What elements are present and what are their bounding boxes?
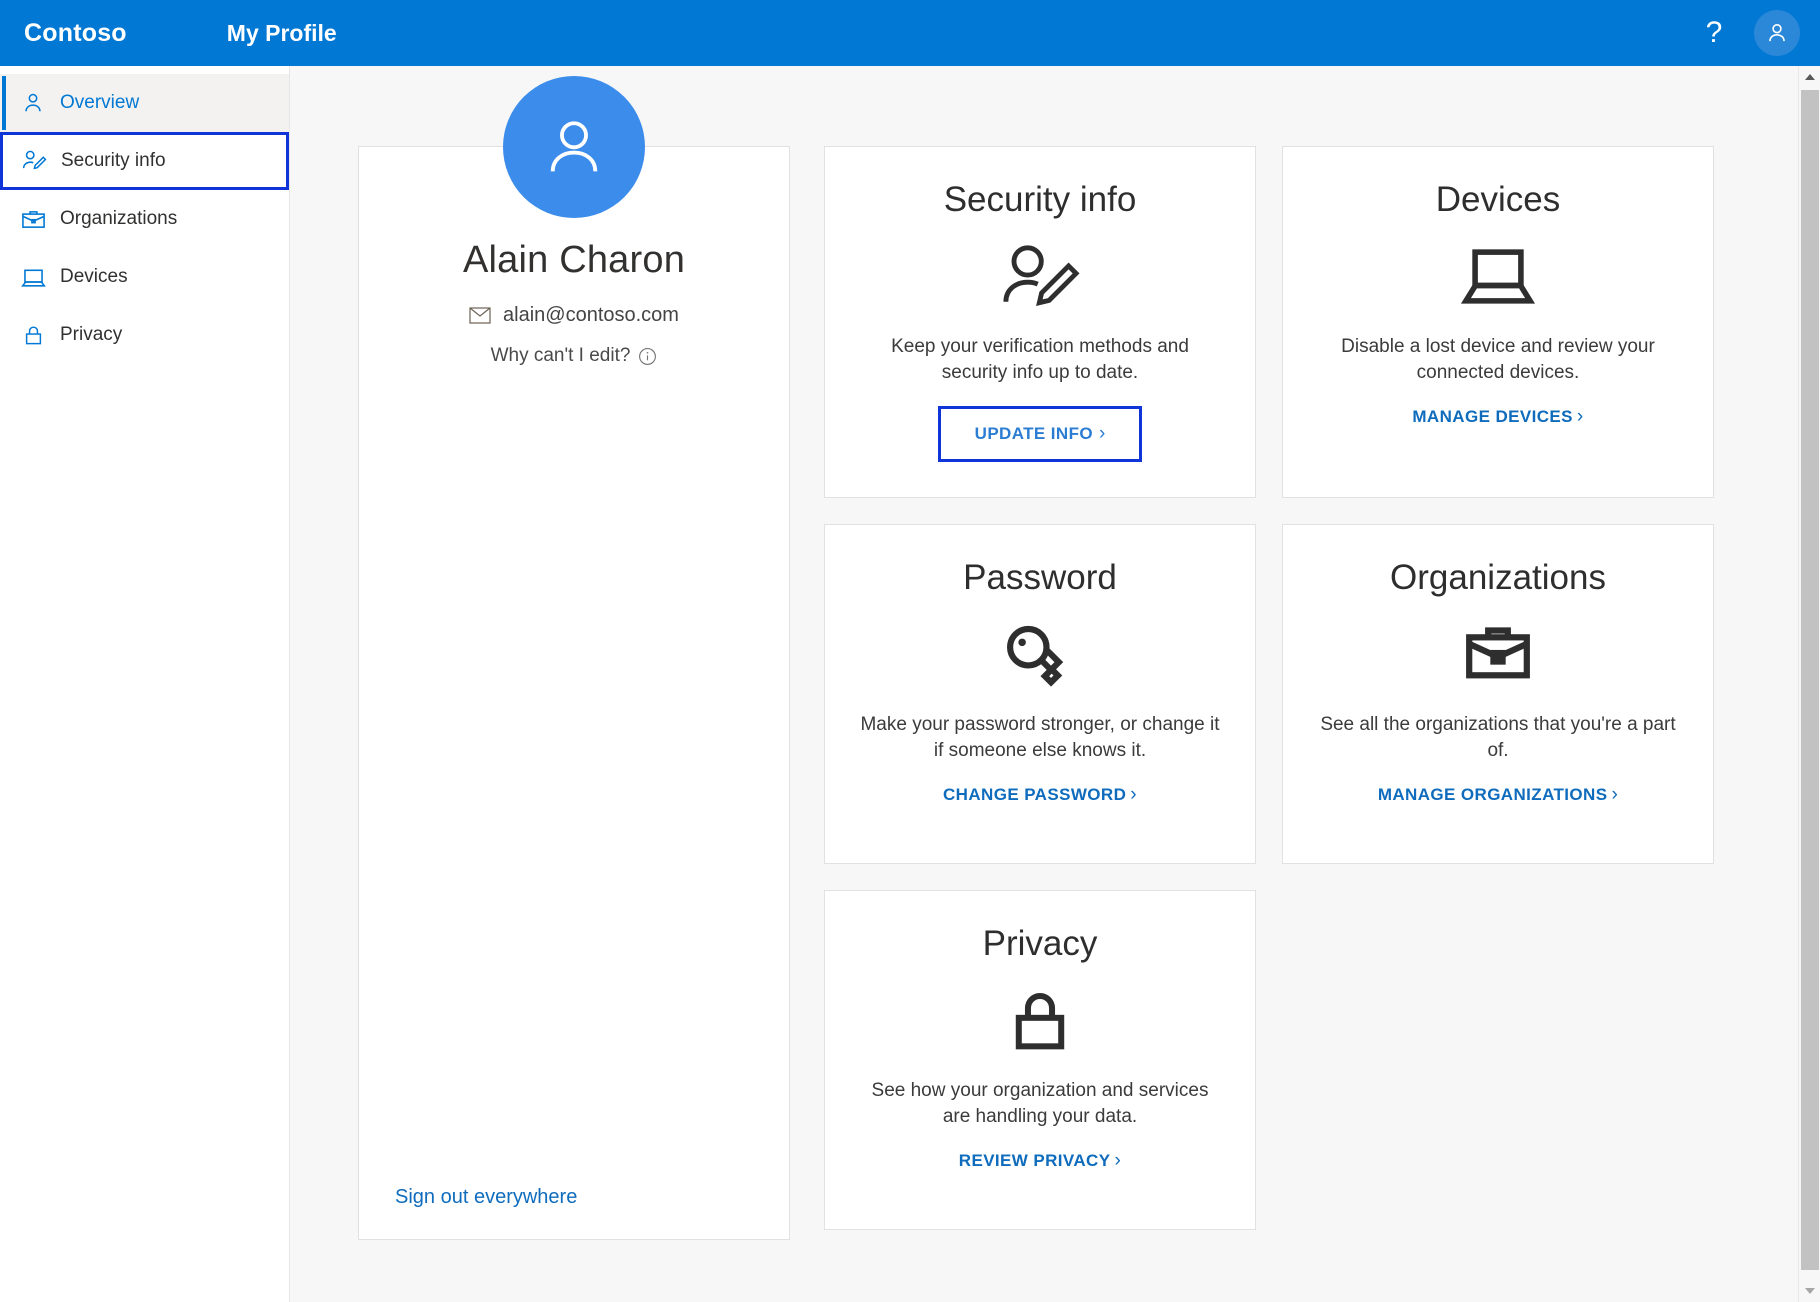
- page-body: Overview Security info Or: [0, 66, 1820, 1302]
- content-inner: Alain Charon alain@contoso.com Why can't…: [290, 66, 1820, 1302]
- chevron-right-icon: ›: [1099, 423, 1105, 445]
- review-privacy-label: REVIEW PRIVACY: [959, 1151, 1111, 1171]
- profile-email-value: alain@contoso.com: [503, 304, 679, 327]
- sidebar-item-label: Privacy: [60, 324, 122, 346]
- tile-column-right: Devices Disable a lost device and review…: [1282, 146, 1714, 1230]
- scroll-down-arrow-icon[interactable]: [1799, 1280, 1820, 1302]
- topbar-actions: ?: [1692, 10, 1800, 56]
- change-password-label: CHANGE PASSWORD: [943, 785, 1126, 805]
- manage-organizations-link[interactable]: MANAGE ORGANIZATIONS ›: [1378, 784, 1618, 806]
- manage-organizations-label: MANAGE ORGANIZATIONS: [1378, 785, 1608, 805]
- profile-card: Alain Charon alain@contoso.com Why can't…: [358, 146, 790, 1240]
- sidebar-item-label: Organizations: [60, 208, 177, 230]
- chevron-right-icon: ›: [1114, 1150, 1121, 1172]
- sidebar-item-privacy[interactable]: Privacy: [0, 306, 289, 364]
- info-circle-icon: [638, 347, 657, 366]
- person-edit-icon: [994, 238, 1086, 316]
- brand-logo[interactable]: Contoso: [24, 19, 127, 48]
- card-title: Organizations: [1390, 559, 1606, 598]
- lock-icon: [1002, 982, 1078, 1060]
- main-content: Alain Charon alain@contoso.com Why can't…: [290, 66, 1820, 1302]
- tile-column-left: Security info Keep your verification met…: [824, 146, 1256, 1230]
- update-info-button[interactable]: UPDATE INFO ›: [938, 406, 1143, 462]
- privacy-card: Privacy See how your organization and se…: [824, 890, 1256, 1230]
- change-password-link[interactable]: CHANGE PASSWORD ›: [943, 784, 1137, 806]
- sidebar-item-label: Overview: [60, 92, 139, 114]
- account-button[interactable]: [1754, 10, 1800, 56]
- sidebar-item-security-info[interactable]: Security info: [0, 132, 289, 190]
- laptop-icon: [18, 262, 48, 292]
- sidebar-item-organizations[interactable]: Organizations: [0, 190, 289, 248]
- profile-email-row: alain@contoso.com: [359, 304, 789, 327]
- password-card: Password Make your password stronger, or…: [824, 524, 1256, 864]
- key-icon: [997, 616, 1083, 694]
- cards-grid: Alain Charon alain@contoso.com Why can't…: [290, 146, 1820, 1240]
- manage-devices-label: MANAGE DEVICES: [1412, 407, 1573, 427]
- person-icon: [1764, 20, 1790, 46]
- card-description: Disable a lost device and review your co…: [1318, 334, 1678, 386]
- person-icon: [18, 88, 48, 118]
- card-title: Devices: [1436, 181, 1560, 220]
- why-cant-i-edit-label: Why can't I edit?: [491, 345, 631, 367]
- sidebar-nav: Overview Security info Or: [0, 66, 290, 1302]
- update-info-label: UPDATE INFO: [975, 424, 1093, 444]
- help-button[interactable]: ?: [1692, 11, 1736, 55]
- sidebar-item-label: Devices: [60, 266, 128, 288]
- why-cant-i-edit-link[interactable]: Why can't I edit?: [359, 345, 789, 367]
- card-title: Security info: [944, 181, 1137, 220]
- top-app-bar: Contoso My Profile ?: [0, 0, 1820, 66]
- envelope-icon: [469, 307, 491, 324]
- sidebar-item-label: Security info: [61, 150, 166, 172]
- vertical-scrollbar[interactable]: [1798, 66, 1820, 1302]
- chevron-right-icon: ›: [1577, 406, 1584, 428]
- page-title: My Profile: [227, 20, 337, 47]
- card-title: Password: [963, 559, 1117, 598]
- chevron-right-icon: ›: [1130, 784, 1137, 806]
- avatar: [503, 76, 645, 218]
- card-description: See how your organization and services a…: [860, 1078, 1220, 1130]
- card-description: Make your password stronger, or change i…: [860, 712, 1220, 764]
- person-avatar-icon: [537, 110, 611, 184]
- scroll-up-arrow-icon[interactable]: [1799, 66, 1820, 88]
- sidebar-item-overview[interactable]: Overview: [0, 74, 289, 132]
- tile-columns: Security info Keep your verification met…: [824, 146, 1714, 1230]
- sidebar-item-devices[interactable]: Devices: [0, 248, 289, 306]
- devices-card: Devices Disable a lost device and review…: [1282, 146, 1714, 498]
- card-description: See all the organizations that you're a …: [1318, 712, 1678, 764]
- card-title: Privacy: [983, 925, 1098, 964]
- manage-devices-link[interactable]: MANAGE DEVICES ›: [1412, 406, 1583, 428]
- profile-name: Alain Charon: [359, 239, 789, 282]
- review-privacy-link[interactable]: REVIEW PRIVACY ›: [959, 1150, 1121, 1172]
- person-edit-icon: [19, 146, 49, 176]
- question-mark-icon: ?: [1706, 16, 1723, 50]
- organizations-card: Organizations See all the organizations …: [1282, 524, 1714, 864]
- sign-out-everywhere-link[interactable]: Sign out everywhere: [359, 1186, 789, 1209]
- laptop-icon: [1454, 238, 1542, 316]
- card-description: Keep your verification methods and secur…: [860, 334, 1220, 386]
- chevron-right-icon: ›: [1611, 784, 1618, 806]
- scrollbar-thumb[interactable]: [1801, 90, 1819, 1270]
- briefcase-icon: [18, 204, 48, 234]
- security-info-card: Security info Keep your verification met…: [824, 146, 1256, 498]
- briefcase-icon: [1456, 616, 1540, 694]
- lock-icon: [18, 320, 48, 350]
